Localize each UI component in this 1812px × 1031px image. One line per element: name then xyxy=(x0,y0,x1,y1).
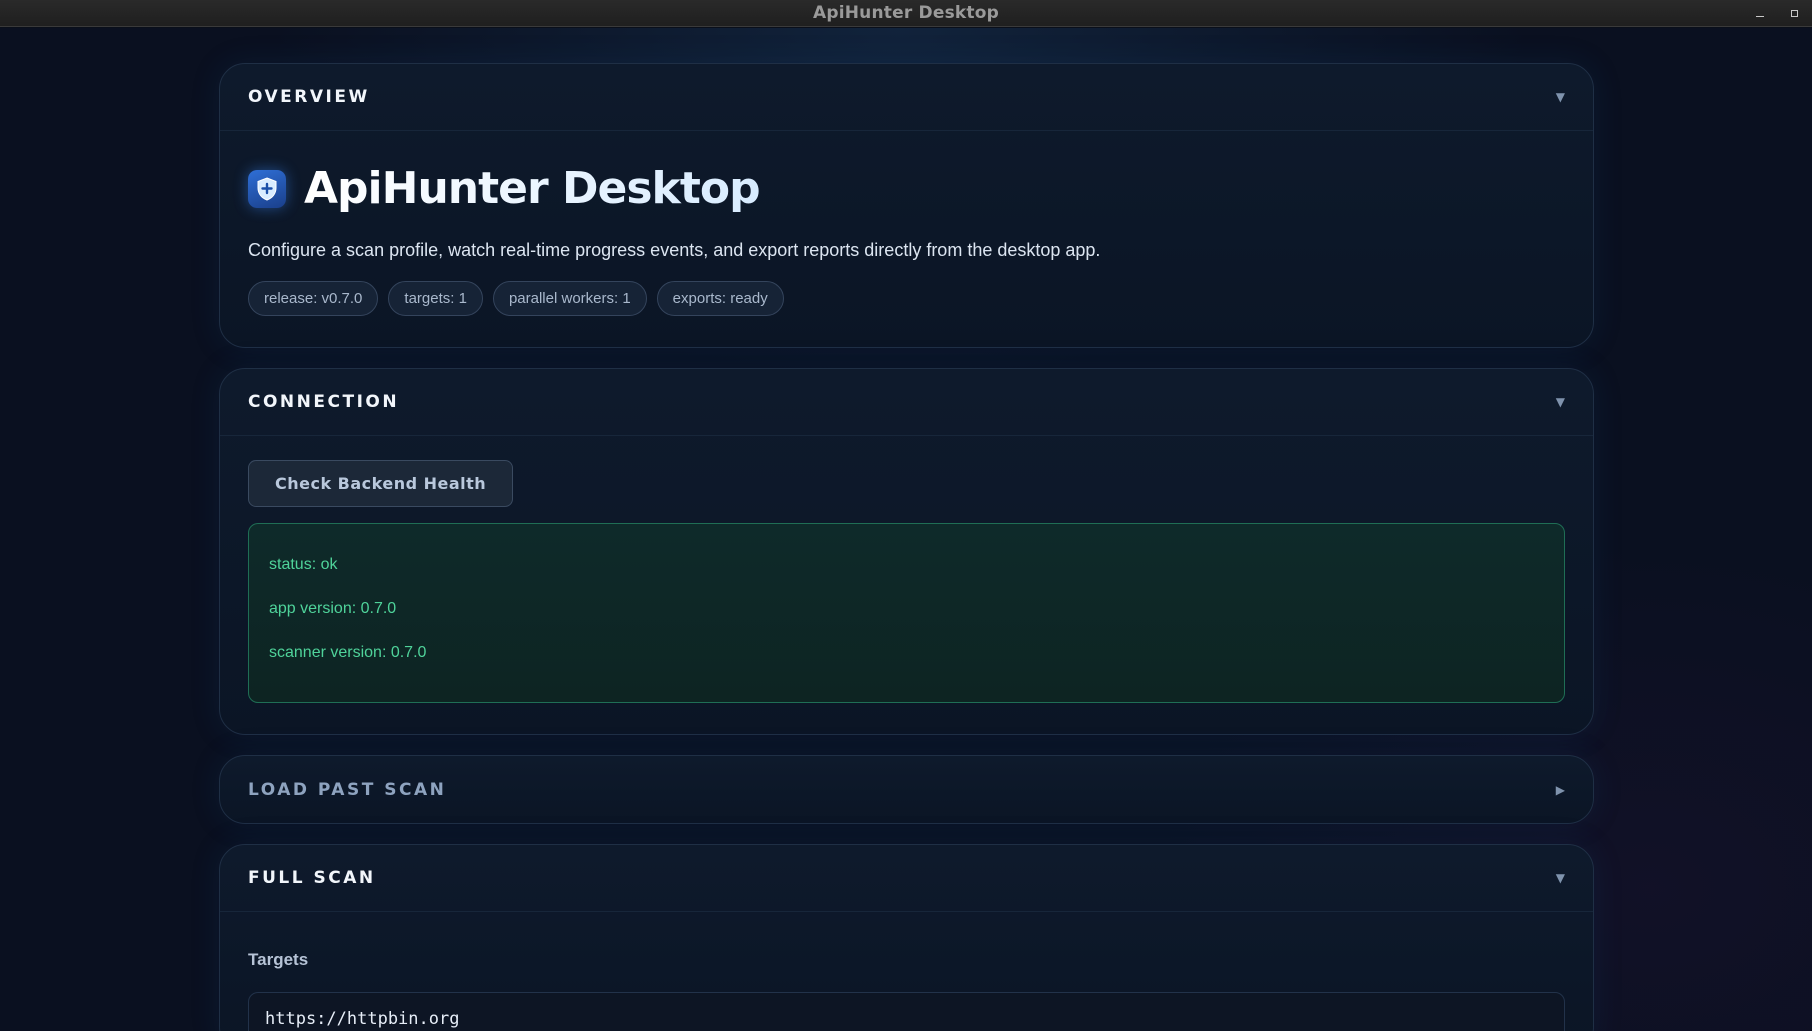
connection-section-header[interactable]: CONNECTION ▼ xyxy=(220,369,1593,436)
health-status: status: ok xyxy=(269,556,338,573)
health-status-panel: status: ok app version: 0.7.0 scanner ve… xyxy=(248,523,1565,703)
full-scan-section-title: FULL SCAN xyxy=(248,868,376,888)
overview-section-title: OVERVIEW xyxy=(248,87,370,107)
chevron-down-icon: ▼ xyxy=(1555,871,1565,885)
app-title: ApiHunter Desktop xyxy=(304,163,761,214)
check-backend-health-button[interactable]: Check Backend Health xyxy=(248,460,514,507)
load-past-scan-section-header[interactable]: LOAD PAST SCAN ▶ xyxy=(220,756,1593,823)
load-past-scan-section: LOAD PAST SCAN ▶ xyxy=(219,755,1594,824)
targets-badge: targets: 1 xyxy=(388,281,483,316)
window-title: ApiHunter Desktop xyxy=(813,3,999,23)
exports-badge: exports: ready xyxy=(656,281,784,316)
full-scan-section: FULL SCAN ▼ Targets https://httpbin.org xyxy=(219,844,1594,1031)
overview-section: OVERVIEW ▼ ApiHunter Desktop Configure a… xyxy=(219,63,1594,348)
full-scan-section-body: Targets https://httpbin.org xyxy=(220,950,1593,1031)
maximize-icon xyxy=(1790,10,1798,17)
health-app-version: app version: 0.7.0 xyxy=(269,600,397,617)
targets-label: Targets xyxy=(248,950,309,969)
overview-section-header[interactable]: OVERVIEW ▼ xyxy=(220,64,1593,131)
maximize-button[interactable] xyxy=(1788,8,1800,20)
sections-column: OVERVIEW ▼ ApiHunter Desktop Configure a… xyxy=(219,63,1594,1031)
minimize-button[interactable] xyxy=(1754,8,1766,20)
parallel-workers-badge: parallel workers: 1 xyxy=(492,281,647,316)
targets-input[interactable]: https://httpbin.org xyxy=(248,992,1565,1031)
chevron-right-icon: ▶ xyxy=(1555,782,1565,797)
load-past-scan-section-title: LOAD PAST SCAN xyxy=(248,779,447,800)
chevron-down-icon: ▼ xyxy=(1555,395,1565,409)
connection-section: CONNECTION ▼ Check Backend Health status… xyxy=(219,368,1594,735)
minimize-icon xyxy=(1756,16,1764,17)
app-content[interactable]: OVERVIEW ▼ ApiHunter Desktop Configure a… xyxy=(0,28,1812,1031)
status-pills: release: v0.7.0 targets: 1 parallel work… xyxy=(248,281,1565,316)
app-hero: ApiHunter Desktop xyxy=(248,163,1565,214)
connection-section-body: Check Backend Health status: ok app vers… xyxy=(220,436,1593,703)
full-scan-section-header[interactable]: FULL SCAN ▼ xyxy=(220,845,1593,912)
app-description: Configure a scan profile, watch real-tim… xyxy=(248,240,1101,260)
connection-section-title: CONNECTION xyxy=(248,392,400,412)
release-badge: release: v0.7.0 xyxy=(248,281,379,316)
overview-section-body: ApiHunter Desktop Configure a scan profi… xyxy=(220,163,1593,316)
window-titlebar: ApiHunter Desktop xyxy=(0,0,1812,27)
chevron-down-icon: ▼ xyxy=(1555,90,1565,104)
shield-icon xyxy=(248,169,286,208)
window-controls xyxy=(1754,0,1800,27)
health-scanner-version: scanner version: 0.7.0 xyxy=(269,644,427,661)
